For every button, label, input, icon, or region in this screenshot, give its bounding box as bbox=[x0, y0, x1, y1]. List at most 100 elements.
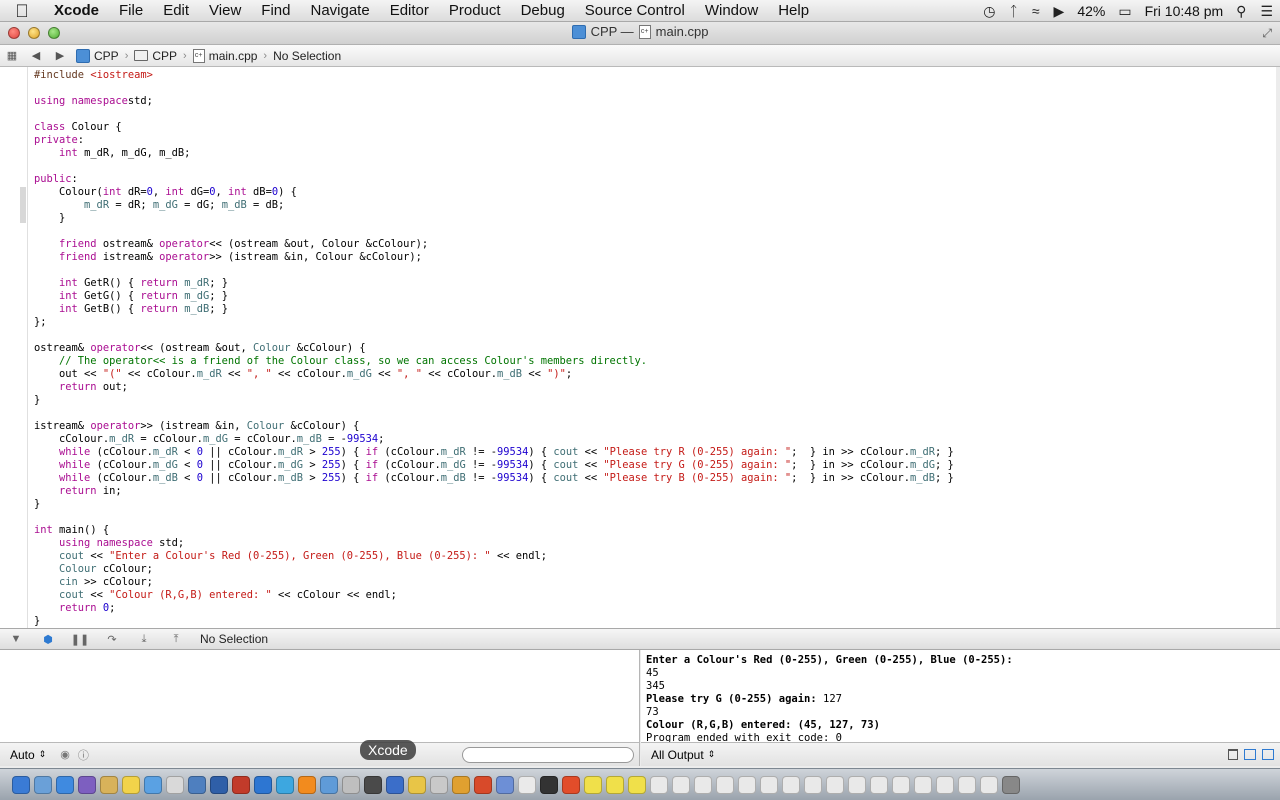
breadcrumb-selection[interactable]: No Selection bbox=[269, 49, 345, 63]
step-into-icon[interactable]: ⤓ bbox=[128, 633, 160, 646]
dock-app-icon[interactable] bbox=[518, 775, 536, 794]
menu-view[interactable]: View bbox=[199, 0, 251, 22]
code-line[interactable]: cout << "Colour (R,G,B) entered: " << cC… bbox=[34, 589, 954, 602]
fullscreen-icon[interactable]: ⤢ bbox=[1262, 26, 1272, 41]
pause-icon[interactable]: ❚❚ bbox=[64, 633, 96, 646]
spotlight-search-icon[interactable]: ⚲ bbox=[1229, 0, 1253, 22]
dock-app-icon[interactable] bbox=[12, 775, 30, 794]
output-scope-select[interactable]: All Output ⇕ bbox=[641, 748, 715, 762]
code-line[interactable]: cout << "Enter a Colour's Red (0-255), G… bbox=[34, 550, 954, 563]
code-line[interactable] bbox=[34, 407, 954, 420]
dock-app-icon[interactable] bbox=[430, 775, 448, 794]
dock-app-icon[interactable] bbox=[804, 775, 822, 794]
code-line[interactable]: } bbox=[34, 394, 954, 407]
quick-look-icon[interactable]: ◉ bbox=[56, 748, 74, 761]
code-line[interactable]: int m_dR, m_dG, m_dB; bbox=[34, 147, 954, 160]
breadcrumb-project[interactable]: CPP bbox=[72, 48, 123, 63]
dock-app-icon[interactable] bbox=[56, 775, 74, 794]
clock[interactable]: Fri 10:48 pm bbox=[1139, 0, 1230, 22]
dock-app-icon[interactable] bbox=[870, 775, 888, 794]
code-line[interactable]: private: bbox=[34, 134, 954, 147]
variables-view[interactable] bbox=[0, 650, 640, 742]
code-line[interactable] bbox=[34, 329, 954, 342]
dock-app-icon[interactable] bbox=[760, 775, 778, 794]
code-line[interactable]: using namespacestd; bbox=[34, 95, 954, 108]
code-line[interactable]: ostream& operator<< (ostream &out, Colou… bbox=[34, 342, 954, 355]
dock-app-icon[interactable] bbox=[298, 775, 316, 794]
battery-icon[interactable]: ▭ bbox=[1111, 0, 1138, 22]
close-window-button[interactable] bbox=[8, 27, 20, 39]
menu-find[interactable]: Find bbox=[251, 0, 300, 22]
menu-navigate[interactable]: Navigate bbox=[300, 0, 379, 22]
dock-app-icon[interactable] bbox=[606, 775, 624, 794]
menu-window[interactable]: Window bbox=[695, 0, 768, 22]
dock-app-icon[interactable] bbox=[474, 775, 492, 794]
dock-app-icon[interactable] bbox=[34, 775, 52, 794]
code-line[interactable]: friend ostream& operator<< (ostream &out… bbox=[34, 238, 954, 251]
battery-percent[interactable]: 42% bbox=[1071, 0, 1111, 22]
code-line[interactable]: #include <iostream> bbox=[34, 69, 954, 82]
bluetooth-icon[interactable]: ᛏ bbox=[1002, 0, 1024, 22]
dock-app-icon[interactable] bbox=[276, 775, 294, 794]
variables-filter-input[interactable] bbox=[462, 747, 634, 763]
code-line[interactable]: } bbox=[34, 212, 954, 225]
dock-app-icon[interactable] bbox=[540, 775, 558, 794]
menu-editor[interactable]: Editor bbox=[380, 0, 439, 22]
show-console-view-icon[interactable] bbox=[1262, 749, 1274, 760]
menu-file[interactable]: File bbox=[109, 0, 153, 22]
code-line[interactable]: return in; bbox=[34, 485, 954, 498]
code-line[interactable]: m_dR = dR; m_dG = dG; m_dB = dB; bbox=[34, 199, 954, 212]
code-line[interactable]: }; bbox=[34, 316, 954, 329]
step-over-icon[interactable]: ↷ bbox=[96, 633, 128, 646]
code-line[interactable]: using namespace std; bbox=[34, 537, 954, 550]
code-line[interactable] bbox=[34, 264, 954, 277]
code-line[interactable]: out << "(" << cColour.m_dR << ", " << cC… bbox=[34, 368, 954, 381]
code-line[interactable] bbox=[34, 511, 954, 524]
menu-app[interactable]: Xcode bbox=[44, 0, 109, 22]
dock-app-icon[interactable] bbox=[496, 775, 514, 794]
dock-app-icon[interactable] bbox=[892, 775, 910, 794]
code-line[interactable]: return 0; bbox=[34, 602, 954, 615]
dock-app-icon[interactable] bbox=[584, 775, 602, 794]
code-line[interactable] bbox=[34, 225, 954, 238]
line-gutter[interactable] bbox=[0, 67, 28, 628]
volume-icon[interactable]: ▶ bbox=[1047, 0, 1072, 22]
dock-app-icon[interactable] bbox=[958, 775, 976, 794]
step-out-icon[interactable]: ⤒ bbox=[160, 633, 192, 646]
menu-source-control[interactable]: Source Control bbox=[575, 0, 695, 22]
code-line[interactable]: public: bbox=[34, 173, 954, 186]
code-line[interactable]: Colour cColour; bbox=[34, 563, 954, 576]
dock-app-icon[interactable] bbox=[188, 775, 206, 794]
dock-app-icon[interactable] bbox=[914, 775, 932, 794]
menu-debug[interactable]: Debug bbox=[511, 0, 575, 22]
code-line[interactable]: int GetR() { return m_dR; } bbox=[34, 277, 954, 290]
dock-app-icon[interactable] bbox=[452, 775, 470, 794]
related-items-icon[interactable]: ▦ bbox=[0, 49, 24, 62]
code-line[interactable]: int GetB() { return m_dB; } bbox=[34, 303, 954, 316]
dock-app-icon[interactable] bbox=[782, 775, 800, 794]
code-line[interactable]: istream& operator>> (istream &in, Colour… bbox=[34, 420, 954, 433]
code-line[interactable] bbox=[34, 82, 954, 95]
dock-app-icon[interactable] bbox=[980, 775, 998, 794]
dock-app-icon[interactable] bbox=[320, 775, 338, 794]
zoom-window-button[interactable] bbox=[48, 27, 60, 39]
code-text[interactable]: #include <iostream> using namespacestd; cl… bbox=[34, 69, 954, 628]
apple-menu-icon[interactable]:  bbox=[0, 0, 44, 22]
dock-app-icon[interactable] bbox=[408, 775, 426, 794]
code-line[interactable]: while (cColour.m_dR < 0 || cColour.m_dR … bbox=[34, 446, 954, 459]
dock-app-icon[interactable] bbox=[848, 775, 866, 794]
code-line[interactable] bbox=[34, 160, 954, 173]
dock-app-icon[interactable] bbox=[826, 775, 844, 794]
source-editor[interactable]: #include <iostream> using namespacestd; cl… bbox=[0, 67, 1276, 628]
dock-app-icon[interactable] bbox=[716, 775, 734, 794]
code-line[interactable]: friend istream& operator>> (istream &in,… bbox=[34, 251, 954, 264]
dock-app-icon[interactable] bbox=[672, 775, 690, 794]
dock-app-icon[interactable] bbox=[1002, 775, 1020, 794]
breakpoints-toggle-icon[interactable]: ⬢ bbox=[32, 633, 64, 646]
minimize-window-button[interactable] bbox=[28, 27, 40, 39]
console-view[interactable]: Enter a Colour's Red (0-255), Green (0-2… bbox=[641, 650, 1280, 742]
dock-app-icon[interactable] bbox=[254, 775, 272, 794]
info-icon[interactable]: ⓘ bbox=[74, 747, 93, 763]
show-variables-view-icon[interactable] bbox=[1244, 749, 1256, 760]
dock-app-icon[interactable] bbox=[78, 775, 96, 794]
